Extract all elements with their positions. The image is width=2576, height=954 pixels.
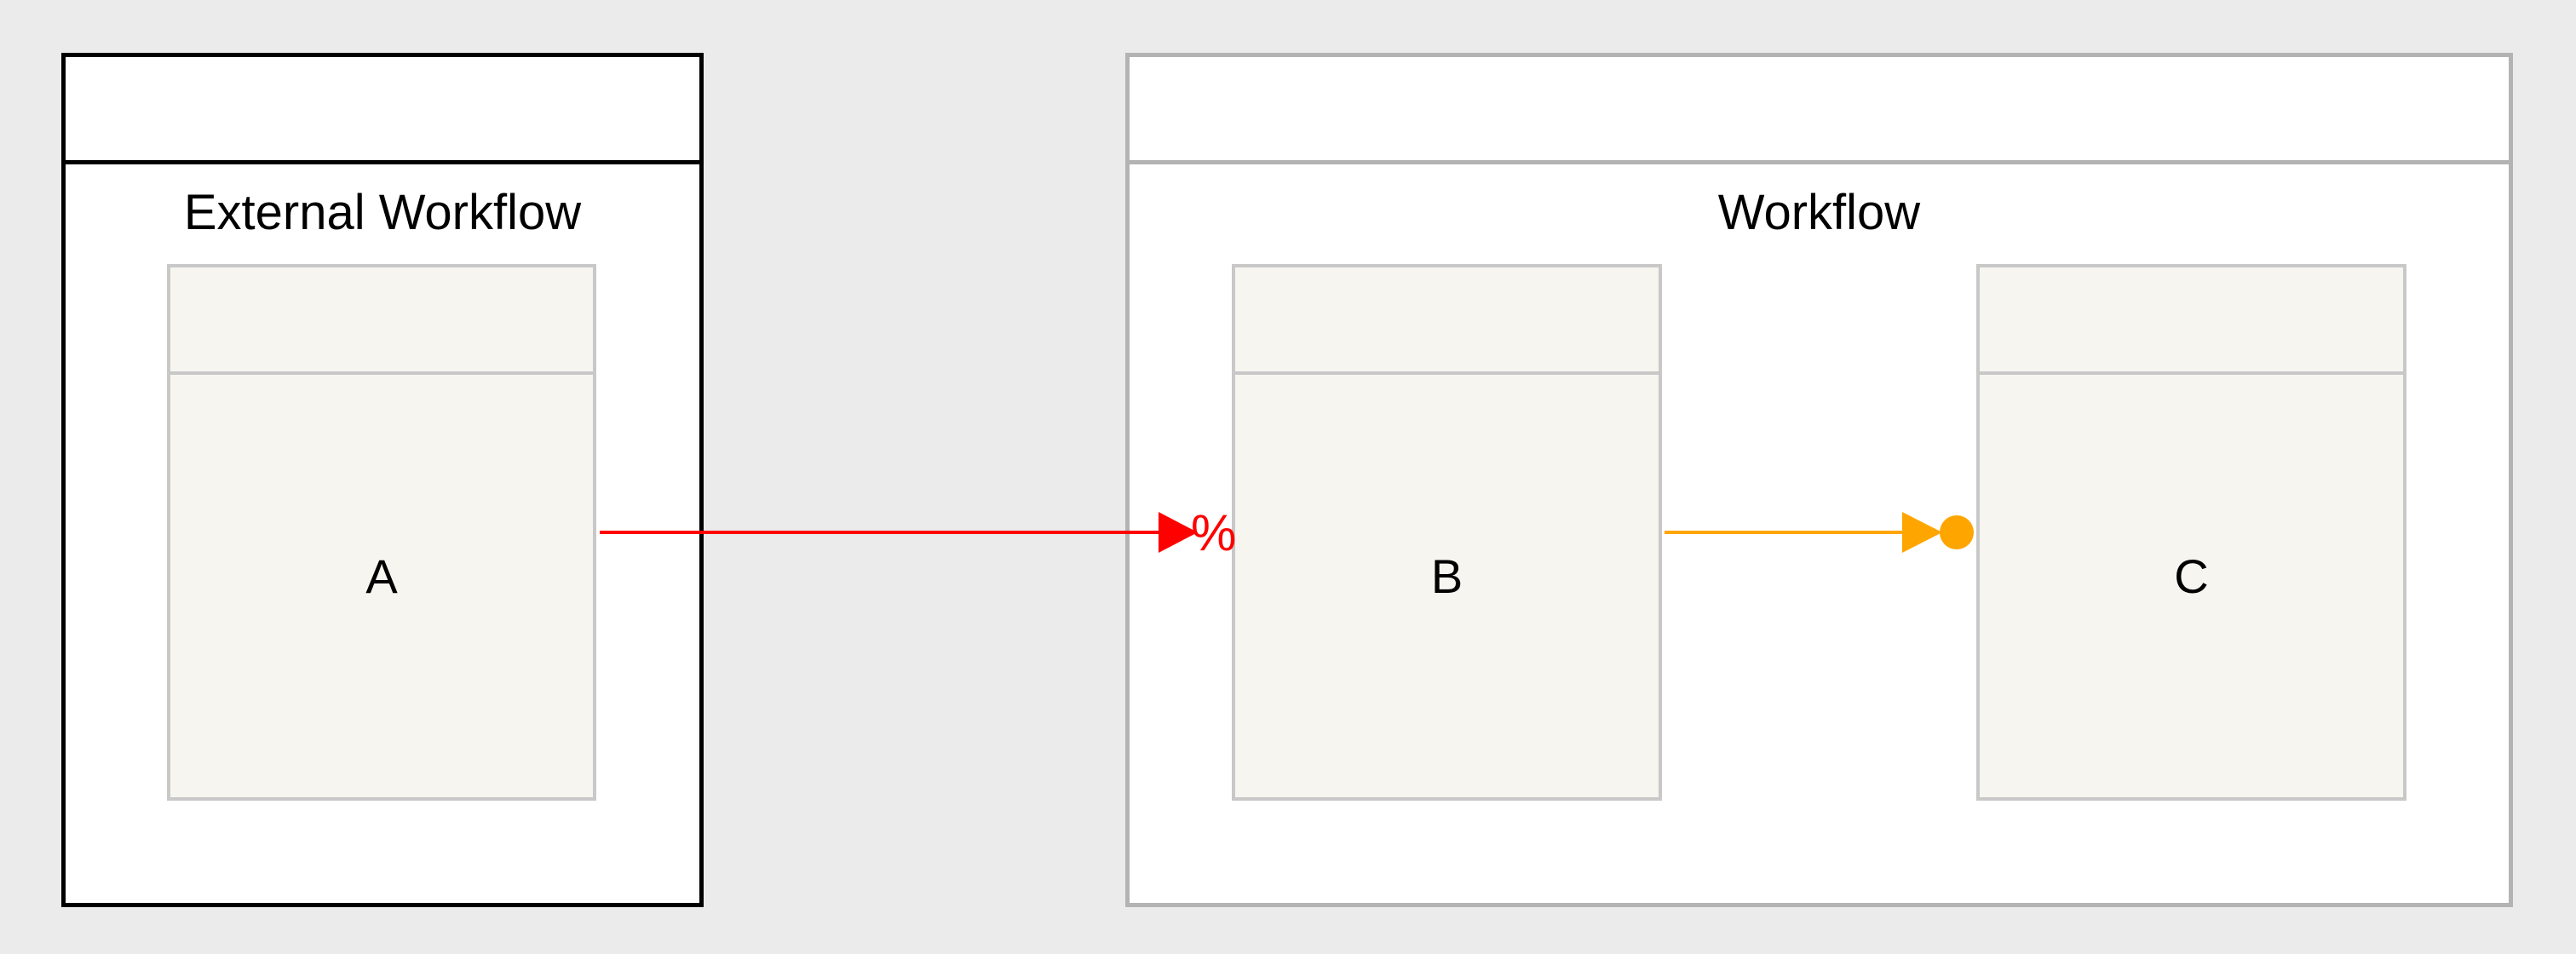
node-b-header	[1235, 267, 1659, 375]
node-b-label: B	[1430, 549, 1463, 603]
node-a-label: A	[365, 549, 398, 603]
node-a-header	[170, 267, 593, 375]
node-c-label: C	[2174, 549, 2209, 603]
external-workflow-title: External Workflow	[183, 185, 582, 240]
node-c[interactable]: C	[1976, 264, 2406, 801]
external-workflow-header	[66, 57, 699, 164]
node-c-header	[1980, 267, 2403, 375]
workflow-header	[1130, 57, 2509, 164]
workflow-title: Workflow	[1717, 185, 1921, 240]
node-a[interactable]: A	[167, 264, 596, 801]
node-b[interactable]: B	[1232, 264, 1662, 801]
